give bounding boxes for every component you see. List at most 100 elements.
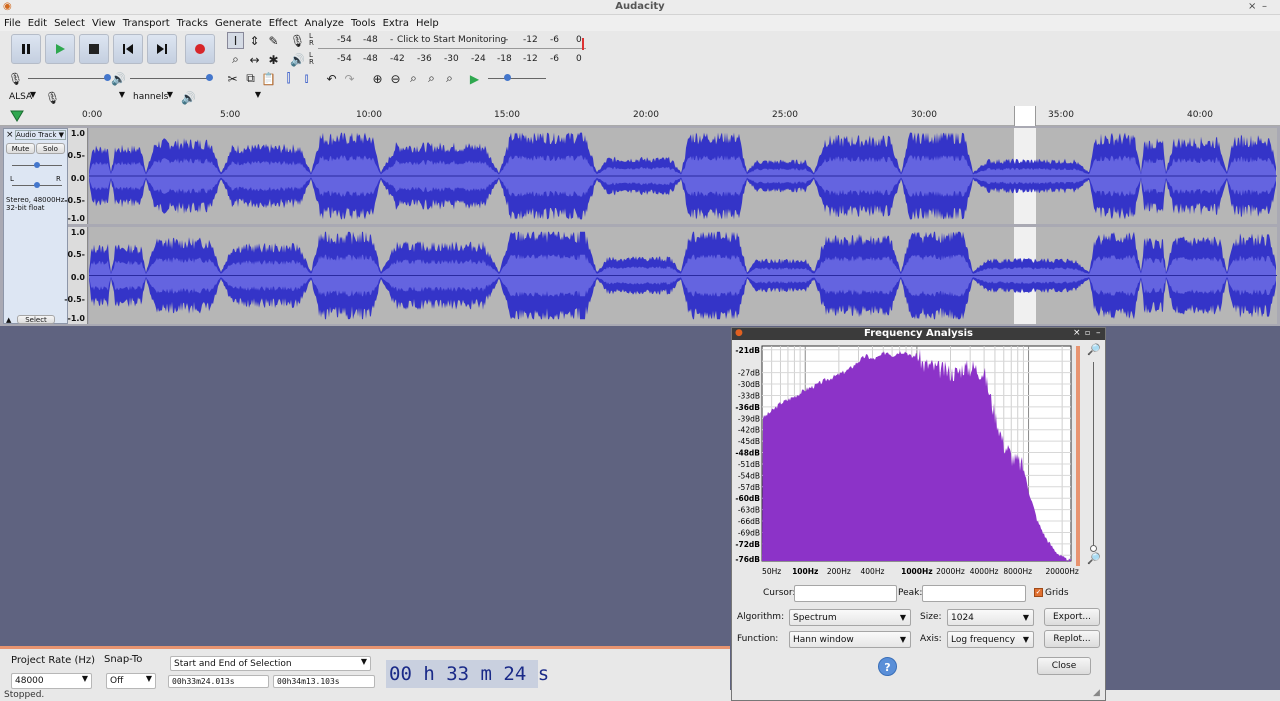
grids-checkbox[interactable]: ✓: [1034, 588, 1043, 597]
menu-file[interactable]: File: [4, 18, 21, 29]
dialog-app-icon: ●: [735, 328, 743, 338]
algorithm-select[interactable]: Spectrum ▼: [789, 609, 911, 626]
vertical-scale-top[interactable]: 1.0 0.5- 0.0 -0.5- -1.0: [64, 128, 88, 224]
play-button[interactable]: [45, 34, 75, 64]
minimize-window-icon[interactable]: –: [1262, 1, 1267, 12]
menu-help[interactable]: Help: [416, 18, 439, 29]
multi-tool-icon[interactable]: ✱: [265, 51, 282, 68]
selection-start-time[interactable]: 00h33m24.013s: [168, 675, 269, 688]
menu-tracks[interactable]: Tracks: [177, 18, 208, 29]
selection-end-time[interactable]: 00h34m13.103s: [273, 675, 375, 688]
resize-grip-icon[interactable]: ◢: [1093, 688, 1100, 698]
stop-button[interactable]: [79, 34, 109, 64]
recording-channels-select[interactable]: hannels ▼: [130, 90, 176, 104]
selection-mode-select[interactable]: Start and End of Selection ▼: [170, 656, 371, 671]
mute-button[interactable]: Mute: [6, 143, 35, 154]
pan-right-label: R: [56, 175, 61, 183]
play-speed-slider[interactable]: [488, 74, 546, 81]
audio-host-select[interactable]: ALSA ▼: [6, 90, 39, 104]
snap-to-select[interactable]: Off ▼: [106, 673, 156, 689]
solo-button[interactable]: Solo: [36, 143, 65, 154]
zoom-in-icon[interactable]: ⊕: [369, 70, 386, 87]
export-button[interactable]: Export...: [1044, 608, 1100, 626]
track-close-icon[interactable]: ×: [6, 130, 14, 140]
redo-icon[interactable]: ↷: [341, 70, 358, 87]
zoom-in-icon[interactable]: 🔎: [1087, 343, 1101, 356]
menu-extra[interactable]: Extra: [383, 18, 409, 29]
timeline-ruler[interactable]: 0:00 5:00 10:00 15:00 20:00 25:00 30:00 …: [0, 106, 1280, 126]
monitor-text: Click to Start Monitoring: [397, 35, 507, 45]
playback-device-select[interactable]: ▼: [196, 90, 264, 104]
track-name-menu[interactable]: Audio Track ▼: [15, 130, 66, 140]
recording-device-select[interactable]: ▼: [60, 90, 128, 104]
envelope-tool-icon[interactable]: ⇕: [246, 32, 263, 49]
record-meter[interactable]: -54 -48 - Click to Start Monitoring - -1…: [318, 35, 586, 50]
menu-bar: File Edit Select View Transport Tracks G…: [0, 15, 1280, 31]
hz-axis-label: 50Hz: [762, 567, 781, 576]
function-select[interactable]: Hann window ▼: [789, 631, 911, 648]
menu-analyze[interactable]: Analyze: [305, 18, 344, 29]
collapse-track-icon[interactable]: ▲: [6, 316, 11, 324]
pan-slider[interactable]: [12, 182, 62, 188]
db-axis-label: -36dB: [735, 403, 760, 412]
db-axis-label: -76dB: [735, 555, 760, 564]
menu-generate[interactable]: Generate: [215, 18, 262, 29]
skip-to-start-button[interactable]: [113, 34, 143, 64]
waveform-right-channel[interactable]: [89, 227, 1277, 324]
selection-tool-icon[interactable]: I: [227, 32, 244, 49]
menu-effect[interactable]: Effect: [269, 18, 298, 29]
cut-icon[interactable]: ✂: [224, 70, 241, 87]
zoom-out-icon[interactable]: 🔎: [1087, 552, 1101, 565]
vertical-scale-bottom[interactable]: 1.0 0.5- 0.0 -0.5- -1.0: [64, 227, 88, 324]
dialog-minimize-icon[interactable]: –: [1096, 328, 1101, 338]
help-button[interactable]: ?: [878, 657, 897, 676]
zoom-slider[interactable]: [1090, 362, 1097, 552]
play-at-speed-icon[interactable]: ▶: [466, 70, 483, 87]
project-rate-select[interactable]: 48000 ▼: [11, 673, 92, 689]
play-head-icon[interactable]: [10, 110, 24, 122]
recording-volume-slider[interactable]: [28, 74, 111, 81]
window-title: Audacity: [615, 1, 665, 12]
draw-tool-icon[interactable]: ✎: [265, 32, 282, 49]
dialog-close-icon[interactable]: ×: [1073, 328, 1081, 338]
zoom-toggle-icon[interactable]: ⌕: [441, 70, 458, 87]
zoom-tool-icon[interactable]: ⌕: [227, 51, 244, 68]
size-select[interactable]: 1024 ▼: [947, 609, 1034, 626]
pause-button[interactable]: [11, 34, 41, 64]
dialog-maximize-icon[interactable]: ▫: [1085, 328, 1090, 337]
ruler-tick: 40:00: [1187, 110, 1213, 120]
record-meter-mic-icon[interactable]: 🎙: [289, 32, 306, 49]
playback-meter[interactable]: -54 -48 -42 -36 -30 -24 -18 -12 -6 0: [318, 54, 586, 68]
fit-project-icon[interactable]: ⌕: [423, 70, 440, 87]
spectrum-plot[interactable]: -21dB -27dB -30dB -33dB -36dB -39dB -42dB -45dB…: [732, 342, 1105, 578]
playback-volume-slider[interactable]: [130, 74, 213, 81]
select-track-button[interactable]: Select: [17, 315, 55, 324]
close-button[interactable]: Close: [1037, 657, 1091, 675]
playback-meter-speaker-icon[interactable]: 🔊: [289, 51, 306, 68]
zoom-out-icon[interactable]: ⊖: [387, 70, 404, 87]
close-window-icon[interactable]: ×: [1248, 1, 1256, 12]
gain-slider[interactable]: [12, 162, 62, 168]
axis-select[interactable]: Log frequency ▼: [947, 631, 1034, 648]
skip-to-end-button[interactable]: [147, 34, 177, 64]
copy-icon[interactable]: ⧉: [242, 70, 259, 87]
paste-icon[interactable]: 📋: [260, 70, 277, 87]
audio-position-display[interactable]: 00 h 33 m 24 s: [386, 660, 549, 688]
menu-tools[interactable]: Tools: [351, 18, 376, 29]
undo-icon[interactable]: ↶: [323, 70, 340, 87]
waveform-left-channel[interactable]: [89, 128, 1277, 224]
menu-view[interactable]: View: [92, 18, 116, 29]
record-button[interactable]: [185, 34, 215, 64]
menu-select[interactable]: Select: [54, 18, 85, 29]
fit-selection-icon[interactable]: ⌕: [405, 70, 422, 87]
silence-audio-icon[interactable]: ⫾: [298, 70, 315, 87]
timeshift-tool-icon[interactable]: ↔: [246, 51, 263, 68]
record-meter-lr: LR: [309, 32, 314, 47]
vertical-scroll-track[interactable]: [1076, 346, 1080, 566]
db-axis-label: -69dB: [738, 528, 760, 537]
menu-edit[interactable]: Edit: [28, 18, 47, 29]
grids-label: Grids: [1045, 588, 1069, 598]
trim-audio-icon[interactable]: ⫿: [280, 70, 297, 87]
menu-transport[interactable]: Transport: [123, 18, 170, 29]
replot-button[interactable]: Replot...: [1044, 630, 1100, 648]
